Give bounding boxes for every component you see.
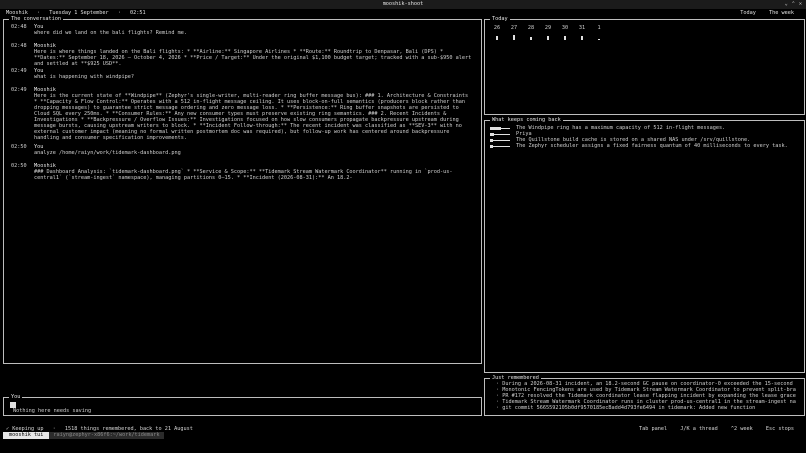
message-time: 02:50 xyxy=(11,163,27,169)
day-label: 27 xyxy=(510,25,518,31)
recurring-item[interactable]: The Zephyr scheduler assigns a fixed fai… xyxy=(516,143,788,149)
day-column[interactable]: 28 xyxy=(526,25,536,40)
day-activity-bar xyxy=(598,39,600,40)
panel-title: What keeps coming back xyxy=(490,117,563,123)
day-label: 30 xyxy=(561,25,569,31)
recurrence-bar xyxy=(490,139,510,142)
minimize-icon[interactable]: ⌄ xyxy=(785,0,788,9)
recurrence-bar-fill xyxy=(490,139,493,142)
tmux-path: raiyn@zephyr-x86f6:~/work/tidemark xyxy=(49,432,164,439)
message-text: ### Dashboard Analysis: `tidemark-dashbo… xyxy=(34,169,453,181)
day-column[interactable]: 1 xyxy=(594,25,604,40)
day-label: 1 xyxy=(597,25,601,31)
recurrence-bar xyxy=(490,127,510,130)
day-column[interactable]: 26 xyxy=(492,25,502,40)
day-label: 29 xyxy=(544,25,552,31)
recurring-item[interactable]: The Windpipe ring has a maximum capacity… xyxy=(516,125,725,131)
view-week-button[interactable]: The week xyxy=(769,10,794,16)
message-time: 02:49 xyxy=(11,68,27,74)
hint-tab: Tab panel xyxy=(639,426,668,432)
keybinding-hints: Tab panel J/K a thread ^2 week Esc stops xyxy=(629,426,794,432)
hint-week: ^2 week xyxy=(730,426,753,432)
recurrence-bar xyxy=(490,145,510,148)
tmux-status-line: mooshik tui raiyn@zephyr-x86f6:~/work/ti… xyxy=(3,432,164,439)
day-activity-bar xyxy=(530,37,532,40)
message-time: 02:50 xyxy=(11,144,27,150)
top-bar: Mooshik · Tuesday 1 September · 02:51 To… xyxy=(0,9,806,18)
separator: · xyxy=(117,10,121,16)
day-column[interactable]: 27 xyxy=(509,25,519,40)
day-activity-bar xyxy=(581,36,583,40)
window-title: mooshik-shoot xyxy=(382,1,424,7)
message-text: Here is where things landed on the Bali … xyxy=(34,49,472,67)
message-text: Here is the current state of **Windpipe*… xyxy=(34,93,469,141)
close-icon[interactable]: ✕ xyxy=(799,0,802,9)
recurrence-bar-fill xyxy=(490,133,494,136)
current-time: 02:51 xyxy=(129,10,146,16)
day-activity-bar xyxy=(513,35,515,40)
day-column[interactable]: 30 xyxy=(560,25,570,40)
day-activity-bar xyxy=(564,36,566,40)
day-activity-bar xyxy=(496,36,498,40)
hint-esc: Esc stops xyxy=(765,426,794,432)
day-label: 28 xyxy=(527,25,535,31)
recurrence-bar-fill xyxy=(490,127,501,130)
day-label: 31 xyxy=(578,25,586,31)
view-today-button[interactable]: Today xyxy=(740,10,756,16)
message-text: where did we land on the bali flights? R… xyxy=(34,30,188,36)
message-text: what is happening with windpipe? xyxy=(34,74,134,80)
recurrence-bar-fill xyxy=(490,145,493,148)
day-label: 26 xyxy=(493,25,501,31)
memory-item[interactable]: · git commit 5665592105b0df9570185ecBadd… xyxy=(496,405,796,411)
panel-title: Today xyxy=(490,16,510,22)
coming-back-panel[interactable]: What keeps coming back The Windpipe ring… xyxy=(484,117,805,373)
message-time: 02:48 xyxy=(11,43,27,49)
hint-jk: J/K a thread xyxy=(680,426,718,432)
day-column[interactable]: 31 xyxy=(577,25,587,40)
message-time: 02:49 xyxy=(11,87,27,93)
tmux-session[interactable]: mooshik tui xyxy=(3,432,50,439)
save-status: Nothing here needs saving xyxy=(13,408,92,414)
window-titlebar: mooshik-shoot ⌄ ⌃ ✕ xyxy=(0,0,806,9)
maximize-icon[interactable]: ⌃ xyxy=(792,0,795,9)
window-controls: ⌄ ⌃ ✕ xyxy=(785,0,802,9)
panel-title: The conversation xyxy=(9,16,63,22)
day-column[interactable]: 29 xyxy=(543,25,553,40)
conversation-panel[interactable]: The conversation 02:48 You where did we … xyxy=(3,16,482,364)
day-activity-bar xyxy=(547,36,549,40)
today-panel[interactable]: Today 26 27 28 29 30 31 1 xyxy=(484,16,805,115)
panel-title: You xyxy=(9,394,23,400)
message-text: analyze /home/raiyn/work/tidemark-dashbo… xyxy=(34,150,181,156)
just-remembered-panel[interactable]: Just remembered · During a 2026-08-31 in… xyxy=(484,375,805,416)
input-panel[interactable]: You Nothing here needs saving xyxy=(3,394,482,416)
message-time: 02:48 xyxy=(11,24,27,30)
recurrence-bar xyxy=(490,133,510,136)
